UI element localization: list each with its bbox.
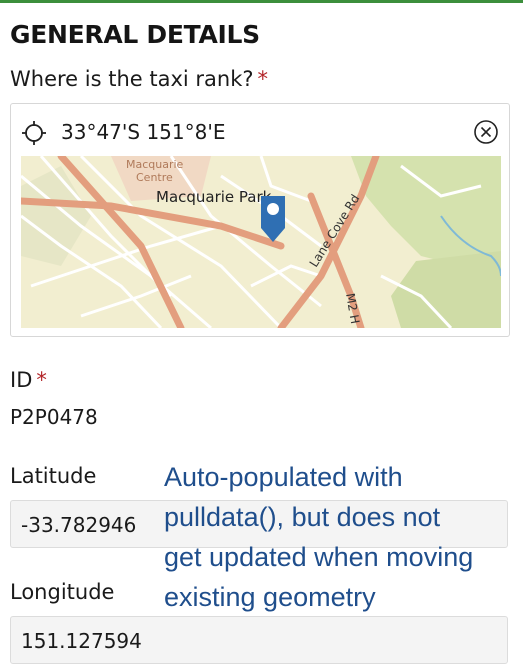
latitude-label: Latitude (10, 464, 97, 488)
poi-label-line2: Centre (136, 171, 173, 184)
required-asterisk: * (36, 368, 47, 392)
geopoint-card: 33°47'S 151°8'E Macquarie Centre Macquar… (10, 103, 510, 337)
annotation-line: get updated when moving (164, 542, 474, 572)
longitude-label: Longitude (10, 580, 115, 604)
annotation-line: Auto-populated with (164, 462, 403, 492)
location-question-label: Where is the taxi rank? * (10, 67, 268, 91)
place-label: Macquarie Park (156, 188, 272, 206)
id-label-text: ID (10, 368, 33, 392)
longitude-input[interactable]: 151.127594 (10, 616, 508, 664)
poi-label-line1: Macquarie (126, 158, 184, 171)
coordinates-text: 33°47'S 151°8'E (61, 120, 226, 144)
crosshair-icon[interactable] (21, 120, 47, 146)
map-graphic: Macquarie Centre Macquarie Park Lane Cov… (21, 156, 501, 328)
annotation-callout: Auto-populated with pulldata(), but does… (164, 457, 519, 617)
geopoint-header: 33°47'S 151°8'E (11, 104, 509, 154)
required-asterisk: * (257, 67, 269, 91)
longitude-value: 151.127594 (21, 629, 142, 653)
location-question-text: Where is the taxi rank? (10, 67, 254, 91)
location-map[interactable]: Macquarie Centre Macquarie Park Lane Cov… (21, 156, 501, 328)
section-title: GENERAL DETAILS (10, 20, 260, 49)
id-field-value: P2P0478 (10, 405, 98, 429)
annotation-line: pulldata(), but does not (164, 502, 441, 532)
annotation-line: existing geometry (164, 582, 376, 612)
latitude-value: -33.782946 (21, 513, 137, 537)
close-circle-icon[interactable] (473, 119, 499, 145)
top-accent-line (0, 0, 523, 3)
id-field-label: ID * (10, 368, 47, 392)
